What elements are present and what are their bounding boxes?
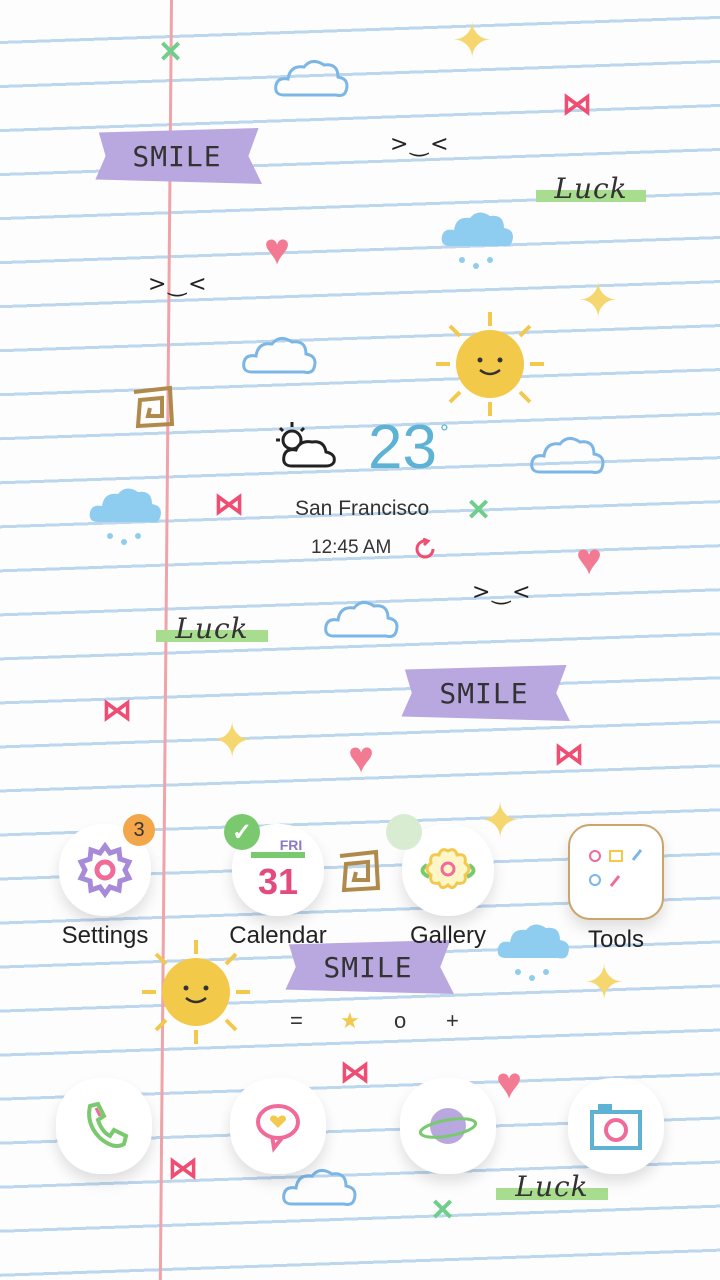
sparkle-star-doodle-icon: ✦ <box>578 275 619 328</box>
app-settings[interactable]: 3 Settings <box>35 814 175 950</box>
sparkle-star-doodle-icon: ✦ <box>584 957 625 1010</box>
city-name[interactable]: San Francisco <box>295 497 429 521</box>
gallery-tile[interactable] <box>386 814 494 916</box>
app-label: Gallery <box>409 922 487 949</box>
degree-symbol: ° <box>440 420 449 445</box>
calendar-icon: FRI 31 <box>251 838 305 902</box>
ribbon-bow-doodle-icon: ⋈ <box>102 694 132 727</box>
cross-doodle-icon: ✕ <box>466 494 492 527</box>
phone-tile[interactable] <box>56 1078 152 1174</box>
page-indicator-list-icon[interactable]: = <box>290 1008 303 1034</box>
camera-tile[interactable] <box>568 1078 664 1174</box>
partly-cloudy-icon[interactable] <box>270 420 340 472</box>
ribbon-bow-doodle-icon: ⋈ <box>554 738 584 771</box>
temperature-text[interactable]: 23 <box>368 412 437 483</box>
sun-doodle-icon <box>142 940 250 1044</box>
camera-icon <box>590 1104 642 1150</box>
dock-camera[interactable] <box>546 1078 686 1174</box>
luck-sticker: Luck <box>536 168 646 208</box>
refresh-icon[interactable] <box>414 538 436 560</box>
sparkle-star-doodle-icon: ✦ <box>452 15 493 68</box>
dock-messages[interactable] <box>208 1078 348 1174</box>
rain-cloud-doodle-icon <box>441 212 513 269</box>
cloud-doodle-icon <box>324 601 399 638</box>
heart-doodle-icon: ♥ <box>264 225 291 274</box>
app-label: Settings <box>61 922 149 949</box>
ribbon-bow-doodle-icon: ⋈ <box>214 488 244 521</box>
app-tools-folder[interactable]: Tools <box>546 824 686 954</box>
tools-folder-icon <box>589 849 643 887</box>
app-gallery[interactable]: Gallery <box>378 814 518 950</box>
smiley-face-doodle: >‿< <box>390 132 451 157</box>
heart-doodle-icon: ♥ <box>348 733 375 782</box>
page-indicator[interactable]: = ★ o + <box>290 1008 470 1038</box>
smiley-face-doodle: >‿< <box>148 272 209 297</box>
cross-doodle-icon: ✕ <box>158 36 184 69</box>
smiley-face-doodle: >‿< <box>472 580 533 605</box>
ribbon-bow-doodle-icon: ⋈ <box>562 88 592 121</box>
notification-badge: 3 <box>123 814 155 846</box>
cross-doodle-icon: ✕ <box>430 1194 456 1227</box>
rain-cloud-doodle-icon <box>89 488 161 545</box>
heart-doodle-icon: ♥ <box>576 535 603 584</box>
smile-tape-sticker: SMILE <box>95 128 262 184</box>
page-indicator-dot-icon[interactable]: o <box>394 1008 406 1034</box>
smile-tape-sticker: SMILE <box>401 665 570 721</box>
settings-tile[interactable]: 3 <box>59 814 155 916</box>
sparkle-star-doodle-icon: ✦ <box>212 715 253 768</box>
dock-phone[interactable] <box>34 1078 174 1174</box>
calendar-day: FRI <box>280 838 303 853</box>
page-indicator-add-icon[interactable]: + <box>446 1008 459 1034</box>
cloud-doodle-icon <box>274 60 349 97</box>
calendar-tile[interactable]: FRI 31 ✓ <box>224 814 324 916</box>
phone-icon <box>87 1101 129 1148</box>
internet-tile[interactable] <box>400 1078 496 1174</box>
dock-internet[interactable] <box>378 1078 518 1174</box>
luck-sticker: Luck <box>156 608 268 648</box>
messages-tile[interactable] <box>230 1078 326 1174</box>
update-time: 12:45 AM <box>311 537 392 558</box>
page-indicator-home-star-icon[interactable]: ★ <box>340 1008 360 1034</box>
check-icon: ✓ <box>224 814 260 850</box>
cloud-doodle-icon <box>242 337 317 374</box>
cloud-doodle-icon <box>530 437 605 474</box>
app-label: Tools <box>587 926 645 953</box>
decorative-dot <box>386 814 422 850</box>
tools-folder-tile[interactable] <box>568 824 664 920</box>
app-label: Calendar <box>229 922 327 949</box>
flower-icon <box>420 848 476 890</box>
internet-planet-icon <box>418 1108 478 1144</box>
app-calendar[interactable]: FRI 31 ✓ Calendar <box>208 814 348 950</box>
message-icon <box>256 1104 300 1153</box>
gear-icon <box>77 841 133 899</box>
sun-doodle-icon <box>436 312 544 416</box>
calendar-date: 31 <box>258 861 298 902</box>
spiral-doodle-icon <box>133 385 175 429</box>
